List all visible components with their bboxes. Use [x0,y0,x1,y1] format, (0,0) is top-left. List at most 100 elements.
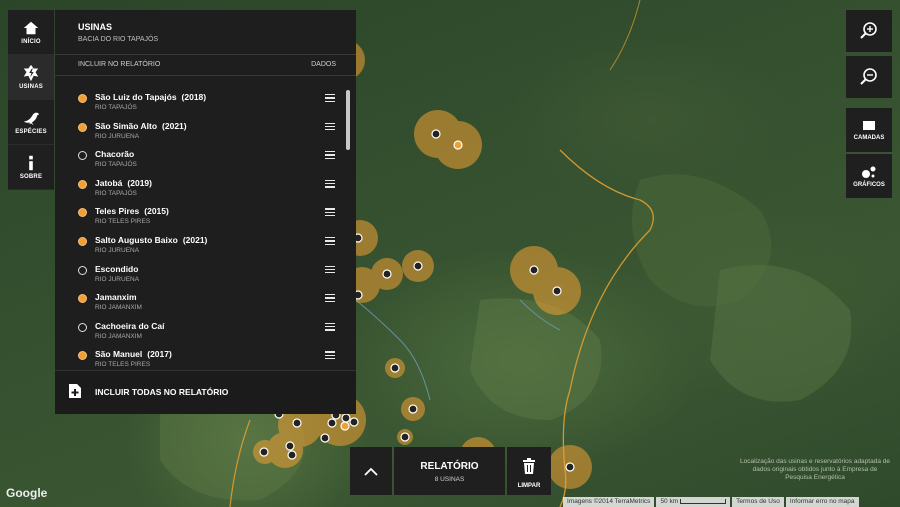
plant-year: (2021) [162,120,187,131]
include-toggle[interactable] [78,265,87,275]
nav-about[interactable]: SOBRE [8,145,54,190]
plant-name: Jamanxim [95,292,137,303]
google-logo: Google [6,486,48,500]
plant-name: São Manuel [95,349,143,360]
plant-name: São Luiz do Tapajós [95,92,177,102]
panel-subtitle: BACIA DO RIO TAPAJÓS [78,36,159,43]
nav-species-label: ESPÉCIES [15,129,47,135]
plant-river: RIO TAPAJÓS [95,189,137,197]
plant-river: RIO JAMANXIM [95,332,142,340]
data-menu-icon[interactable] [325,322,335,331]
plant-name: São Simão Alto [95,120,158,131]
main-nav: INÍCIO USINAS ESPÉCIES SOBRE [8,10,54,190]
nav-about-label: SOBRE [19,174,43,180]
plant-item[interactable]: Teles Pires (2015) RIO TELES PIRES [55,202,347,231]
report-error-link[interactable]: Informar erro no mapa [785,497,859,507]
report-button[interactable]: RELATÓRIO 8 USINAS [394,447,505,495]
add-document-icon [69,384,81,398]
data-menu-icon[interactable] [325,236,335,245]
plant-item[interactable]: São Simão Alto (2021) RIO JURUENA [55,117,347,146]
plant-name: Jatobá [95,177,123,188]
include-all-label: INCLUIR TODAS NO RELATÓRIO [95,387,229,397]
plant-river: RIO TAPAJÓS [95,104,137,111]
charts-label: GRÁFICOS [853,181,885,188]
plant-item[interactable]: Jatobá (2019) RIO TAPAJÓS [55,174,347,203]
panel-column-headers: INCLUIR NO RELATÓRIO DADOS [55,54,356,76]
data-menu-icon[interactable] [325,151,335,160]
plant-item[interactable]: Chacorão RIO TAPAJÓS [55,145,347,174]
include-toggle[interactable] [78,294,87,304]
nav-plants[interactable]: USINAS [8,55,54,100]
plant-year: (2018) [181,92,207,102]
plant-item[interactable]: São Luiz do Tapajós (2018) RIO TAPAJÓS [55,88,347,117]
data-menu-icon[interactable] [325,265,335,274]
trash-icon [523,458,535,474]
include-toggle[interactable] [78,322,87,332]
plant-item[interactable]: Escondido RIO JURUENA [55,260,347,289]
include-toggle[interactable] [78,236,87,246]
plant-year: (2019) [127,177,152,188]
panel-header: USINAS BACIA DO RIO TAPAJÓS [55,10,356,52]
plant-item[interactable]: Salto Augusto Baixo (2021) RIO JURUENA [55,231,347,260]
plant-name: Chacorão [95,149,135,160]
expand-report-button[interactable] [350,447,392,495]
info-icon [29,155,33,171]
data-menu-icon[interactable] [325,122,335,131]
plant-item[interactable]: São Manuel (2017) RIO TELES PIRES [55,345,347,370]
zoom-in-button[interactable] [846,10,892,52]
data-credit: Localização das usinas e reservatórios a… [740,458,890,481]
scale-line [680,498,727,504]
data-menu-icon[interactable] [325,294,335,303]
plant-river: RIO JAMANXIM [95,304,142,312]
data-menu-icon[interactable] [325,179,335,188]
plant-name: Cachoeira do Caí [95,320,165,331]
include-toggle[interactable] [78,122,87,132]
clear-label: LIMPAR [517,483,541,489]
nav-home-label: INÍCIO [21,39,41,45]
include-toggle[interactable] [78,208,87,218]
nav-plants-label: USINAS [19,84,43,90]
zoom-out-button[interactable] [846,56,892,98]
plants-list: São Luiz do Tapajós (2018) RIO TAPAJÓS Sã… [55,88,347,370]
include-toggle[interactable] [78,179,87,189]
map-footer: Imagens ©2014 TerraMetrics 50 km Termos … [563,497,861,507]
plant-item[interactable]: Cachoeira do Caí RIO JAMANXIM [55,317,347,346]
plant-river: RIO JURUENA [95,275,140,283]
layers-label: CAMADAS [853,134,885,141]
report-title: RELATÓRIO [420,461,479,472]
clear-button[interactable]: LIMPAR [507,447,551,495]
column-include: INCLUIR NO RELATÓRIO [78,61,161,68]
plant-river: RIO TELES PIRES [95,361,151,369]
nav-home[interactable]: INÍCIO [8,10,54,55]
charts-button[interactable]: GRÁFICOS [846,154,892,198]
panel-title: USINAS [78,22,113,32]
plant-item[interactable]: Jamanxim RIO JAMANXIM [55,288,347,317]
plant-year: (2015) [144,206,169,217]
data-menu-icon[interactable] [325,94,335,102]
nav-species[interactable]: ESPÉCIES [8,100,54,145]
home-icon [23,21,39,35]
scale-label: 50 km [660,498,679,505]
layers-button[interactable]: CAMADAS [846,108,892,152]
terms-link[interactable]: Termos de Uso [732,497,784,507]
data-menu-icon[interactable] [325,208,335,217]
column-data: DADOS [311,61,336,68]
plant-river: RIO TAPAJÓS [95,161,137,169]
plant-river: RIO TELES PIRES [95,218,151,226]
plant-name: Salto Augusto Baixo [95,234,178,245]
data-menu-icon[interactable] [325,351,335,360]
scale-bar: 50 km [656,497,731,507]
plants-panel: USINAS BACIA DO RIO TAPAJÓS INCLUIR NO R… [55,10,356,414]
include-toggle[interactable] [78,94,87,103]
plant-name: Escondido [95,263,139,274]
zoom-out-icon [860,68,877,85]
include-toggle[interactable] [78,351,87,361]
list-scrollbar[interactable] [346,90,350,150]
plant-year: (2021) [182,234,208,245]
include-toggle[interactable] [78,151,87,161]
plant-river: RIO JURUENA [95,132,140,140]
include-all-button[interactable]: INCLUIR TODAS NO RELATÓRIO [55,370,356,414]
plant-river: RIO JURUENA [95,246,140,254]
imagery-credit: Imagens ©2014 TerraMetrics [563,497,655,507]
zoom-in-icon [860,22,877,39]
